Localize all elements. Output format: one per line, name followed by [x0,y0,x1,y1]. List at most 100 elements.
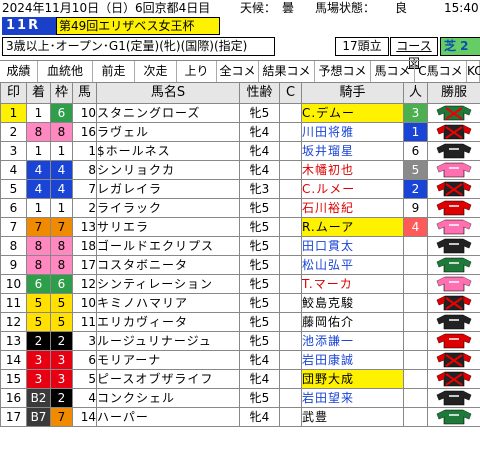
row-mark: 9 [0,255,27,275]
col-silks[interactable]: 勝服 [427,82,480,104]
table-row[interactable]: 17 B7 7 14 ハーパー 牝4 武豊 [0,407,480,427]
row-c [279,312,302,332]
row-number: 10 [72,293,97,313]
row-gate: 6 [50,274,73,294]
row-rank: 1 [26,141,51,161]
row-jockey: 武豊 [301,407,404,427]
table-row[interactable]: 10 6 6 12 シンティレーション 牝5 T.マーカ [0,274,480,294]
table-row[interactable]: 6 1 1 2 ライラック 牝5 石川裕紀 9 [0,198,480,218]
row-horse-name: ゴールドエクリプス [96,236,240,256]
table-row[interactable]: 16 B2 2 4 コンクシェル 牝5 岩田望来 [0,388,480,408]
silks-icon [436,219,472,235]
race-name: 第49回エリザベス女王杯 [56,17,220,35]
table-row[interactable]: 4 4 4 8 シンリョクカ 牝4 木幡初也 5 [0,160,480,180]
row-popularity [403,293,428,313]
row-sex-age: 牝4 [239,122,280,142]
table-row[interactable]: 7 7 7 13 サリエラ 牝5 R.ムーア 4 [0,217,480,237]
row-popularity: 4 [403,217,428,237]
menu-item-7[interactable]: 予想コメ [315,61,371,82]
header-row-2: 11R 第49回エリザベス女王杯 [0,17,480,36]
row-rank: 3 [26,350,51,370]
row-sex-age: 牝5 [239,255,280,275]
menu-item-10[interactable]: KO [467,61,480,82]
col-gate[interactable]: 枠 [50,82,73,104]
row-c [279,103,302,123]
menu-item-8[interactable]: 馬コメ [371,61,415,82]
table-row[interactable]: 9 8 8 17 コスタボニータ 牝5 松山弘平 [0,255,480,275]
table-row[interactable]: 5 4 4 7 レガレイラ 牝3 C.ルメー 2 [0,179,480,199]
row-popularity: 2 [403,179,428,199]
row-popularity [403,274,428,294]
table-row[interactable]: 12 5 5 11 エリカヴィータ 牝5 藤岡佑介 [0,312,480,332]
meeting-info: 6回京都4日目 [135,1,211,15]
col-horse-name[interactable]: 馬名S [96,82,240,104]
row-popularity [403,388,428,408]
row-popularity [403,255,428,275]
row-rank: 2 [26,331,51,351]
row-sex-age: 牝5 [239,312,280,332]
row-sex-age: 牝5 [239,198,280,218]
table-row[interactable]: 1 1 6 10 スタニングローズ 牝5 C.デムー 3 [0,103,480,123]
col-number[interactable]: 馬 [72,82,97,104]
table-row[interactable]: 8 8 8 18 ゴールドエクリプス 牝5 田口貫太 [0,236,480,256]
row-silks [427,198,480,218]
menu-item-6[interactable]: 結果コメ [259,61,315,82]
menu-item-0[interactable]: 成績 [0,61,38,82]
row-jockey: 川田将雅 [301,122,404,142]
row-sex-age: 牝5 [239,274,280,294]
row-c [279,255,302,275]
row-popularity [403,369,428,389]
col-popularity[interactable]: 人 [403,82,428,104]
row-jockey: 田口貫太 [301,236,404,256]
table-row[interactable]: 2 8 8 16 ラヴェル 牝4 川田将雅 1 [0,122,480,142]
row-number: 6 [72,350,97,370]
header-row-3: 3歳以上･オープン･G1(定量)(牝)(国際)(指定) 17頭立 コース図 芝 … [0,37,480,70]
row-rank: 7 [26,217,51,237]
menu-item-1[interactable]: 血統他 [38,61,93,82]
col-jockey[interactable]: 騎手 [301,82,404,104]
row-c [279,331,302,351]
col-sex-age[interactable]: 性齢 [239,82,280,104]
table-row[interactable]: 14 3 3 6 モリアーナ 牝4 岩田康誠 [0,350,480,370]
row-sex-age: 牝3 [239,179,280,199]
silks-icon [436,390,472,406]
row-horse-name: モリアーナ [96,350,240,370]
row-jockey: 坂井瑠星 [301,141,404,161]
silks-icon [436,124,472,140]
row-number: 1 [72,141,97,161]
col-c[interactable]: C [279,82,302,104]
row-mark: 5 [0,179,27,199]
row-c [279,160,302,180]
row-c [279,122,302,142]
menu-item-2[interactable]: 前走 [93,61,135,82]
row-number: 11 [72,312,97,332]
row-popularity: 1 [403,122,428,142]
row-gate: 2 [50,388,73,408]
row-sex-age: 牝5 [239,293,280,313]
row-number: 7 [72,179,97,199]
row-gate: 8 [50,122,73,142]
row-rank: B7 [26,407,51,427]
row-gate: 2 [50,331,73,351]
row-mark: 1 [0,103,27,123]
row-silks [427,274,480,294]
col-mark[interactable]: 印 [0,82,27,104]
menu-item-9[interactable]: C馬コメ [415,61,467,82]
table-row[interactable]: 11 5 5 10 キミノハマリア 牝5 鮫島克駿 [0,293,480,313]
row-horse-name: レガレイラ [96,179,240,199]
menu-item-3[interactable]: 次走 [135,61,177,82]
row-horse-name: ピースオブザライフ [96,369,240,389]
course-map-link[interactable]: コース図 [390,37,438,70]
menu-item-5[interactable]: 全コメ [217,61,259,82]
row-sex-age: 牝4 [239,141,280,161]
going-label: 馬場状態： [315,1,376,15]
row-horse-name: $ホールネス [96,141,240,161]
header-row-1: 2024年11月10日（日） 6回京都4日目 天候： 曇 馬場状態： 良 15:… [0,0,480,16]
row-mark: 4 [0,160,27,180]
table-row[interactable]: 15 3 3 5 ピースオブザライフ 牝4 団野大成 [0,369,480,389]
table-row[interactable]: 3 1 1 1 $ホールネス 牝4 坂井瑠星 6 [0,141,480,161]
table-row[interactable]: 13 2 2 3 ルージュリナージュ 牝5 池添謙一 [0,331,480,351]
row-horse-name: コスタボニータ [96,255,240,275]
col-rank[interactable]: 着 [26,82,51,104]
menu-item-4[interactable]: 上り [177,61,217,82]
